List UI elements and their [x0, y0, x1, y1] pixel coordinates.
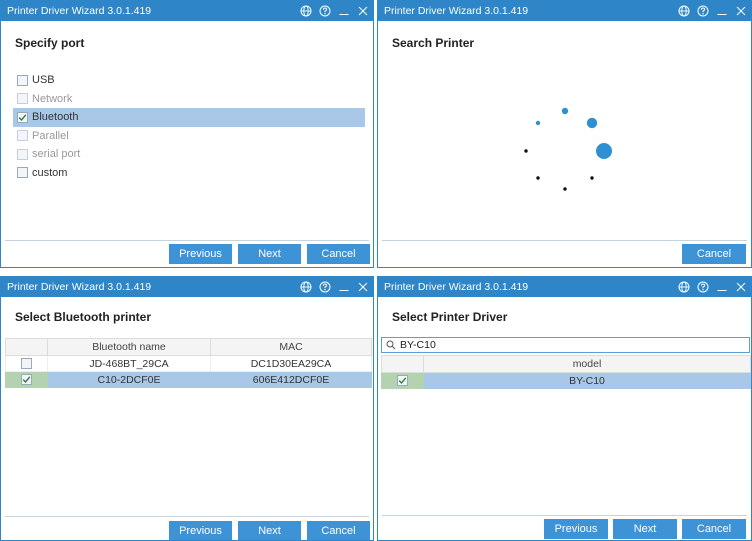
table-header-row: model — [381, 355, 751, 373]
column-header-model[interactable]: model — [423, 355, 751, 373]
window-title: Printer Driver Wizard 3.0.1.419 — [7, 5, 152, 17]
row-checkbox-cell[interactable] — [381, 372, 424, 389]
port-checkbox[interactable] — [17, 93, 28, 105]
page-title: Select Printer Driver — [392, 310, 508, 324]
mac-cell: DC1D30EA29CA — [210, 355, 372, 372]
port-checkbox[interactable] — [17, 167, 28, 179]
port-checkbox[interactable] — [17, 111, 28, 123]
driver-search-input[interactable]: BY-C10 — [381, 337, 750, 353]
port-option-label: Bluetooth — [32, 111, 79, 124]
minimize-icon[interactable] — [337, 5, 350, 18]
mac-cell: 606E412DCF0E — [210, 371, 372, 388]
port-checkbox[interactable] — [17, 74, 28, 86]
port-option-list: USB Network Bluetooth Parallel serial po… — [13, 71, 365, 182]
close-icon[interactable] — [734, 281, 747, 294]
search-value[interactable]: BY-C10 — [400, 339, 436, 351]
footer-divider — [5, 516, 369, 517]
table-row[interactable]: JD-468BT_29CA DC1D30EA29CA — [5, 355, 372, 372]
window-title: Printer Driver Wizard 3.0.1.419 — [384, 281, 529, 293]
globe-icon[interactable] — [677, 281, 690, 294]
row-checkbox[interactable] — [397, 375, 408, 386]
column-header-mac[interactable]: MAC — [210, 338, 372, 356]
minimize-icon[interactable] — [715, 281, 728, 294]
footer-divider — [382, 240, 747, 241]
next-button[interactable]: Next — [613, 519, 677, 539]
select-bluetooth-window: Printer Driver Wizard 3.0.1.419 Select B… — [0, 276, 374, 541]
port-option-serial-port[interactable]: serial port — [13, 145, 365, 164]
cancel-button[interactable]: Cancel — [307, 244, 370, 264]
title-bar: Printer Driver Wizard 3.0.1.419 — [1, 277, 373, 297]
row-checkbox-cell[interactable] — [5, 371, 48, 388]
cancel-button[interactable]: Cancel — [307, 521, 370, 540]
loading-spinner-icon — [524, 107, 612, 191]
search-printer-window: Printer Driver Wizard 3.0.1.419 Search P… — [377, 0, 752, 268]
port-checkbox[interactable] — [17, 148, 28, 160]
bluetooth-name-cell: JD-468BT_29CA — [47, 355, 211, 372]
close-icon[interactable] — [356, 5, 369, 18]
previous-button[interactable]: Previous — [169, 244, 232, 264]
previous-button[interactable]: Previous — [544, 519, 608, 539]
select-printer-driver-window: Printer Driver Wizard 3.0.1.419 Select P… — [377, 276, 752, 541]
title-bar: Printer Driver Wizard 3.0.1.419 — [1, 1, 373, 21]
minimize-icon[interactable] — [337, 281, 350, 294]
row-checkbox[interactable] — [21, 358, 32, 369]
previous-button[interactable]: Previous — [169, 521, 232, 540]
port-option-bluetooth[interactable]: Bluetooth — [13, 108, 365, 127]
table-header-row: Bluetooth name MAC — [5, 338, 372, 356]
search-icon — [384, 338, 398, 352]
row-checkbox-cell[interactable] — [5, 355, 48, 372]
close-icon[interactable] — [356, 281, 369, 294]
check-icon — [18, 114, 27, 121]
globe-icon[interactable] — [299, 5, 312, 18]
checkbox-column-header — [5, 338, 48, 356]
port-option-label: Network — [32, 92, 73, 105]
footer-divider — [382, 515, 747, 516]
table-row[interactable]: C10-2DCF0E 606E412DCF0E — [5, 371, 372, 388]
page-title: Specify port — [15, 36, 85, 50]
next-button[interactable]: Next — [238, 521, 301, 540]
page-title: Select Bluetooth printer — [15, 310, 152, 324]
help-icon[interactable] — [318, 281, 331, 294]
model-cell: BY-C10 — [423, 372, 751, 389]
checkbox-column-header — [381, 355, 424, 373]
help-icon[interactable] — [318, 5, 331, 18]
port-option-label: serial port — [32, 148, 81, 161]
port-checkbox[interactable] — [17, 130, 28, 142]
bluetooth-printer-table: Bluetooth name MAC JD-468BT_29CA DC1D30E… — [5, 338, 372, 388]
cancel-button[interactable]: Cancel — [682, 519, 746, 539]
port-option-custom[interactable]: custom — [13, 164, 365, 183]
column-header-bluetooth-name[interactable]: Bluetooth name — [47, 338, 211, 356]
globe-icon[interactable] — [299, 281, 312, 294]
next-button[interactable]: Next — [238, 244, 301, 264]
driver-model-table: model BY-C10 — [381, 355, 751, 389]
port-option-label: Parallel — [32, 129, 69, 142]
footer-divider — [5, 240, 369, 241]
bluetooth-name-cell: C10-2DCF0E — [47, 371, 211, 388]
table-row[interactable]: BY-C10 — [381, 372, 751, 389]
cancel-button[interactable]: Cancel — [682, 244, 746, 264]
port-option-usb[interactable]: USB — [13, 71, 365, 90]
port-option-label: USB — [32, 74, 55, 87]
help-icon[interactable] — [696, 281, 709, 294]
specify-port-window: Printer Driver Wizard 3.0.1.419 Specify … — [0, 0, 374, 268]
check-icon — [398, 377, 407, 385]
port-option-network[interactable]: Network — [13, 90, 365, 109]
row-checkbox[interactable] — [21, 374, 32, 385]
check-icon — [22, 376, 31, 384]
title-bar: Printer Driver Wizard 3.0.1.419 — [378, 277, 751, 297]
port-option-label: custom — [32, 166, 68, 179]
port-option-parallel[interactable]: Parallel — [13, 127, 365, 146]
window-title: Printer Driver Wizard 3.0.1.419 — [7, 281, 152, 293]
